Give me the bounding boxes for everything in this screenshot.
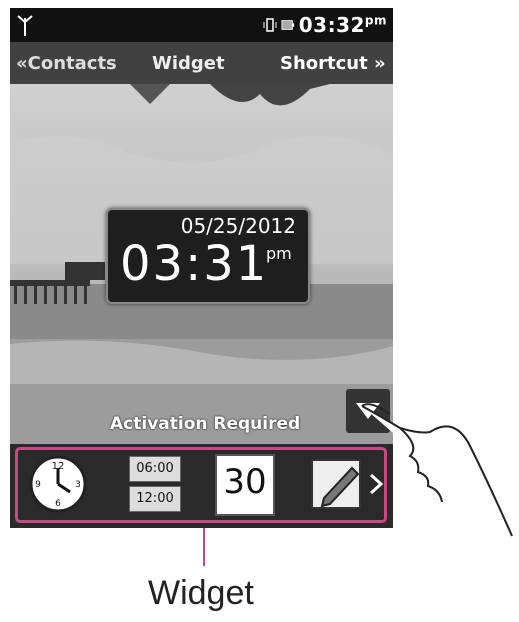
tab-contacts[interactable]: «Contacts bbox=[16, 53, 117, 74]
battery-icon bbox=[281, 20, 294, 30]
status-time: 03:32pm bbox=[298, 13, 387, 37]
calendar-day: 30 bbox=[223, 462, 267, 502]
tab-widget[interactable]: Widget bbox=[152, 53, 225, 74]
widget-time: 03:31 bbox=[120, 236, 269, 292]
pointing-hand-icon bbox=[361, 403, 513, 537]
phone-screen: 03:32pm «Contacts Widget Shortcut » 05/2… bbox=[10, 8, 393, 528]
widget-callout-label: Widget bbox=[148, 574, 254, 612]
alarm-time-2: 12:00 bbox=[129, 486, 181, 512]
memo-pen-icon[interactable] bbox=[308, 454, 368, 514]
widget-dock: 12 3 6 9 06:00 12:00 30 bbox=[10, 444, 393, 528]
status-bar: 03:32pm bbox=[10, 8, 393, 42]
clock-widget[interactable]: 05/25/2012 03:31 pm bbox=[106, 208, 310, 304]
analog-clock-icon[interactable]: 12 3 6 9 bbox=[28, 454, 88, 514]
home-tabs: «Contacts Widget Shortcut » bbox=[10, 42, 393, 84]
callout-line bbox=[203, 528, 205, 566]
alarm-widget-icon[interactable]: 06:00 12:00 bbox=[125, 454, 183, 514]
clock-number-6: 6 bbox=[55, 499, 61, 509]
activation-required-text: Activation Required bbox=[110, 414, 301, 434]
calendar-icon[interactable]: 30 bbox=[215, 454, 275, 516]
vibrate-icon bbox=[263, 18, 277, 32]
clock-number-9: 9 bbox=[35, 480, 41, 490]
tab-shortcut[interactable]: Shortcut » bbox=[280, 53, 386, 74]
signal-icon bbox=[17, 15, 33, 36]
widget-date: 05/25/2012 bbox=[180, 214, 296, 238]
clock-number-3: 3 bbox=[75, 480, 81, 490]
widget-ampm: pm bbox=[266, 244, 292, 263]
alarm-time-1: 06:00 bbox=[129, 456, 181, 482]
